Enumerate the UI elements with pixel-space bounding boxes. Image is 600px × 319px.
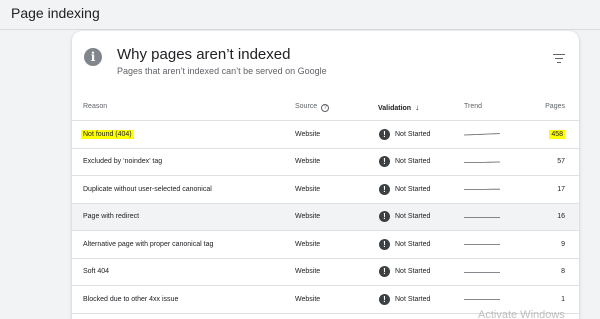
table-row[interactable]: Excluded by ‘noindex’ tag Website ! Not S… — [72, 149, 579, 176]
pages-cell: 8 — [561, 268, 565, 276]
pages-cell: 458 — [549, 129, 565, 139]
activate-windows-watermark: Activate Windows — [478, 309, 565, 319]
table-body: Not found (404) Website ! Not Started 458… — [72, 121, 579, 314]
source-cell: Website — [295, 213, 321, 221]
reason-cell: Excluded by ‘noindex’ tag — [83, 158, 163, 166]
page-header: Page indexing — [0, 0, 600, 30]
trend-sparkline — [464, 121, 500, 148]
source-cell: Website — [295, 185, 321, 193]
table-row[interactable]: Duplicate without user-selected canonica… — [72, 176, 579, 204]
trend-sparkline — [464, 176, 500, 203]
help-icon[interactable]: ? — [321, 104, 330, 112]
warning-icon: ! — [379, 128, 390, 140]
warning-icon: ! — [379, 183, 390, 195]
sort-arrow-down-icon[interactable]: ↓ — [415, 103, 419, 112]
source-cell: Website — [295, 268, 321, 276]
pages-cell: 57 — [557, 158, 565, 166]
validation-cell: ! Not Started — [379, 121, 430, 148]
validation-cell: ! Not Started — [379, 176, 430, 203]
validation-cell: ! Not Started — [379, 286, 430, 313]
reason-cell: Alternative page with proper canonical t… — [83, 240, 214, 248]
table-row[interactable]: Page with redirect Website ! Not Started … — [72, 203, 579, 231]
warning-icon: ! — [379, 156, 390, 168]
why-not-indexed-card: i Why pages aren’t indexed Pages that ar… — [72, 31, 579, 319]
trend-sparkline — [464, 204, 500, 231]
card-header: i Why pages aren’t indexed Pages that ar… — [72, 31, 579, 91]
validation-cell: ! Not Started — [379, 149, 430, 176]
table-row[interactable]: Alternative page with proper canonical t… — [72, 231, 579, 259]
validation-cell: ! Not Started — [379, 231, 430, 258]
trend-sparkline — [464, 259, 500, 286]
table-row[interactable]: Soft 404 Website ! Not Started 8 — [72, 259, 579, 286]
trend-sparkline — [464, 231, 500, 258]
header-pages[interactable]: Pages — [545, 103, 565, 110]
reason-cell: Page with redirect — [83, 213, 140, 221]
warning-icon: ! — [379, 238, 390, 250]
source-cell: Website — [295, 295, 321, 303]
table-row[interactable]: Not found (404) Website ! Not Started 458 — [72, 121, 579, 149]
reason-cell: Soft 404 — [83, 268, 110, 276]
reason-cell: Blocked due to other 4xx issue — [83, 295, 179, 303]
pages-cell: 9 — [561, 240, 565, 248]
card-subtitle: Pages that aren’t indexed can’t be serve… — [117, 66, 327, 76]
source-cell: Website — [295, 240, 321, 248]
trend-sparkline — [464, 149, 500, 176]
header-source[interactable]: Source? — [295, 103, 330, 112]
pages-cell: 17 — [557, 185, 565, 193]
header-reason[interactable]: Reason — [83, 103, 107, 110]
source-cell: Website — [295, 130, 321, 138]
card-title: Why pages aren’t indexed — [117, 46, 291, 63]
header-validation[interactable]: Validation ↓ — [378, 103, 419, 112]
table-header: Reason Source? Validation ↓ Trend Pages — [72, 91, 579, 121]
reason-cell: Not found (404) — [81, 129, 134, 139]
warning-icon: ! — [379, 266, 390, 278]
header-trend: Trend — [464, 103, 483, 110]
pages-cell: 16 — [557, 213, 565, 221]
validation-cell: ! Not Started — [379, 259, 430, 286]
reason-cell: Duplicate without user-selected canonica… — [83, 185, 212, 193]
info-icon: i — [84, 48, 102, 66]
page-title: Page indexing — [11, 5, 100, 21]
warning-icon: ! — [379, 211, 390, 223]
filter-icon[interactable] — [553, 54, 565, 64]
validation-cell: ! Not Started — [379, 204, 430, 231]
source-cell: Website — [295, 158, 321, 166]
warning-icon: ! — [379, 293, 390, 305]
